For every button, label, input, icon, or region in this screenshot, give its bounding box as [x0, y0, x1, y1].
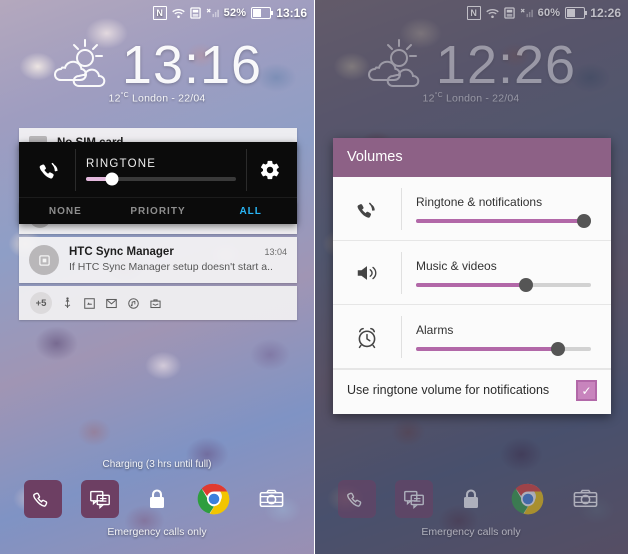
volume-panel-label: RINGTONE: [86, 158, 157, 170]
dialog-title: Volumes: [333, 138, 611, 177]
status-bar-time: 12:26: [590, 6, 621, 20]
charging-status: Charging (3 hrs until full): [102, 459, 212, 470]
screenshot-comparison: N 52% 13:16 13:16 12°C London - 22/04 HT…: [0, 0, 628, 554]
volume-label: Music & videos: [416, 258, 497, 273]
weather-line: 12°C London - 22/04: [423, 92, 520, 105]
phone-icon[interactable]: [337, 480, 376, 518]
screenshot-icon: [83, 297, 96, 310]
panel-divider: [314, 0, 315, 554]
partly-cloudy-icon: [52, 36, 118, 95]
interruption-tabs: NONE PRIORITY ALL: [19, 197, 297, 224]
slider-fill: [416, 282, 527, 287]
clock-widget[interactable]: 12:26 12°C London - 22/04: [314, 34, 628, 105]
tab-all[interactable]: ALL: [204, 206, 297, 217]
music-videos-slider[interactable]: [416, 277, 591, 292]
wifi-icon: [171, 8, 185, 19]
volume-row-music: Music & videos: [333, 241, 611, 305]
phone-icon[interactable]: [23, 480, 62, 518]
speaker-icon: [333, 261, 401, 285]
checkbox-label: Use ringtone volume for notifications: [347, 383, 550, 397]
nfc-icon: N: [152, 6, 167, 20]
ringtone-icon[interactable]: [23, 156, 75, 183]
status-bar: N 60% 12:26: [314, 0, 628, 26]
partly-cloudy-icon: [366, 36, 432, 95]
gear-icon[interactable]: [247, 159, 293, 181]
more-notifications-bar[interactable]: +5: [19, 286, 297, 320]
slider-thumb[interactable]: [105, 172, 118, 186]
sd-card-icon: [189, 7, 201, 19]
battery-charging-icon: [565, 7, 588, 19]
weather-line: 12°C London - 22/04: [109, 92, 206, 105]
camera-icon[interactable]: [566, 480, 604, 518]
lock-screen-dock: [0, 480, 314, 518]
nfc-icon: N: [466, 6, 481, 20]
degree-unit: °C: [434, 92, 443, 99]
location-date: London - 22/04: [446, 92, 520, 105]
status-bar: N 52% 13:16: [0, 0, 314, 26]
alarms-slider[interactable]: [416, 341, 591, 356]
clock-time: 12:26: [435, 35, 577, 95]
gmail-icon: [105, 297, 118, 310]
temperature-value: 12: [108, 92, 121, 105]
right-phone-screen: N 60% 12:26 12:26 12°C London - 22/04 Vo…: [314, 0, 628, 554]
notification-count-badge: +5: [30, 292, 52, 314]
sync-manager-icon: [29, 245, 59, 275]
slider-thumb[interactable]: [577, 213, 591, 228]
location-date: London - 22/04: [132, 92, 206, 105]
degree-unit: °C: [120, 92, 129, 99]
briefcase-icon: [149, 297, 162, 310]
status-bar-time: 13:16: [276, 6, 307, 20]
slider-fill: [416, 346, 558, 351]
volume-row-ringtone: Ringtone & notifications: [333, 177, 611, 241]
no-signal-icon: [206, 7, 219, 19]
notification-text: If HTC Sync Manager setup doesn't start …: [69, 261, 273, 273]
clock-time: 13:16: [121, 35, 263, 95]
alarm-clock-icon: [333, 324, 401, 350]
chrome-icon[interactable]: [195, 480, 233, 518]
lock-screen-dock: [314, 480, 628, 518]
music-icon: [127, 297, 140, 310]
use-ringtone-volume-checkbox[interactable]: ✓: [576, 380, 597, 401]
ringtone-volume-panel: RINGTONE NONE PRIORITY ALL: [19, 142, 297, 224]
temperature-value: 12: [422, 92, 435, 105]
lock-icon[interactable]: [138, 480, 176, 518]
wifi-icon: [485, 8, 499, 19]
battery-charging-icon: [251, 7, 274, 19]
emergency-calls-label[interactable]: Emergency calls only: [314, 526, 628, 538]
clock-widget[interactable]: 13:16 12°C London - 22/04: [0, 34, 314, 105]
volumes-dialog: Volumes Ringtone & notifications Music &…: [333, 138, 611, 414]
battery-percent: 52%: [223, 7, 247, 19]
slider-thumb[interactable]: [550, 341, 565, 356]
volume-row-alarms: Alarms: [333, 305, 611, 369]
messages-icon[interactable]: [80, 480, 119, 518]
slider-thumb[interactable]: [519, 277, 534, 292]
ringtone-icon: [333, 196, 401, 222]
sd-card-icon: [503, 7, 515, 19]
volume-label: Alarms: [416, 322, 454, 337]
no-signal-icon: [520, 7, 533, 19]
volume-label: Ringtone & notifications: [416, 194, 543, 209]
tab-none[interactable]: NONE: [19, 206, 112, 217]
table-row[interactable]: HTC Sync Manager 13:04 If HTC Sync Manag…: [19, 237, 297, 283]
battery-percent: 60%: [537, 7, 561, 19]
slider-fill: [416, 218, 584, 223]
tab-priority[interactable]: PRIORITY: [112, 206, 205, 217]
use-ringtone-volume-row[interactable]: Use ringtone volume for notifications ✓: [333, 369, 611, 414]
ringtone-notifications-slider[interactable]: [416, 213, 591, 228]
notification-time: 13:04: [264, 247, 287, 257]
chrome-icon[interactable]: [509, 480, 547, 518]
left-phone-screen: N 52% 13:16 13:16 12°C London - 22/04 HT…: [0, 0, 314, 554]
notification-title: HTC Sync Manager: [69, 246, 174, 258]
ringtone-slider[interactable]: [86, 172, 236, 186]
lock-icon[interactable]: [452, 480, 490, 518]
messages-icon[interactable]: [394, 480, 433, 518]
emergency-calls-label[interactable]: Emergency calls only: [0, 526, 314, 538]
usb-icon: [61, 297, 74, 310]
camera-icon[interactable]: [252, 480, 290, 518]
